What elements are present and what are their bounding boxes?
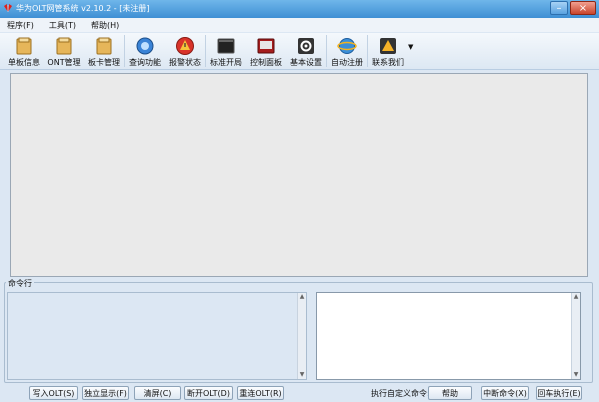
tool-label: 自动注册 bbox=[331, 58, 363, 67]
tool-label: 查询功能 bbox=[129, 58, 161, 67]
alarm-icon bbox=[176, 37, 194, 55]
toolbar-card-manage-button[interactable]: 板卡管理 bbox=[84, 33, 124, 69]
toolbar-alarm-button[interactable]: 报警状态 bbox=[165, 33, 205, 69]
toolbar-query-button[interactable]: 查询功能 bbox=[125, 33, 165, 69]
toolbar-standard-open-button[interactable]: 标准开局 bbox=[206, 33, 246, 69]
tool-label: ONT管理 bbox=[47, 58, 81, 67]
tool-label: 报警状态 bbox=[169, 58, 201, 67]
folder-icon bbox=[16, 37, 32, 55]
tool-label: 单板信息 bbox=[8, 58, 40, 67]
scroll-down-icon[interactable]: ▼ bbox=[572, 371, 580, 379]
enter-execute-button[interactable]: 回车执行(E) bbox=[536, 386, 582, 400]
search-globe-icon bbox=[136, 37, 154, 55]
write-olt-button[interactable]: 写入OLT(S) bbox=[29, 386, 78, 400]
tool-label: 板卡管理 bbox=[88, 58, 120, 67]
toolbar-basic-settings-button[interactable]: 基本设置 bbox=[286, 33, 326, 69]
menu-help[interactable]: 帮助(H) bbox=[84, 18, 127, 32]
custom-command-label: 执行自定义命令: bbox=[371, 389, 430, 398]
main-output-panel bbox=[10, 73, 588, 277]
folder-icon bbox=[96, 37, 112, 55]
menu-tools[interactable]: 工具(T) bbox=[42, 18, 84, 32]
tool-label: 控制面板 bbox=[250, 58, 282, 67]
toolbar-contact-button[interactable]: 联系我们 bbox=[368, 33, 408, 69]
toolbar: 单板信息 ONT管理 板卡管理 查询功能 报警状态 标准开局 控制面板 基本设置… bbox=[0, 33, 599, 70]
scroll-down-icon[interactable]: ▼ bbox=[298, 371, 306, 379]
command-input-area[interactable]: ▲ ▼ bbox=[316, 292, 581, 380]
scroll-up-icon[interactable]: ▲ bbox=[572, 293, 580, 301]
reconnect-olt-button[interactable]: 重连OLT(R) bbox=[237, 386, 284, 400]
tool-label: 联系我们 bbox=[372, 58, 404, 67]
scroll-up-icon[interactable]: ▲ bbox=[298, 293, 306, 301]
title-bar: 华为OLT网管系统 v2.10.2 - [未注册] – × bbox=[0, 0, 599, 19]
toolbar-ont-manage-button[interactable]: ONT管理 bbox=[44, 33, 84, 69]
menu-program[interactable]: 程序(F) bbox=[0, 18, 42, 32]
gear-icon bbox=[298, 38, 314, 54]
interrupt-command-button[interactable]: 中断命令(X) bbox=[481, 386, 529, 400]
close-button[interactable]: × bbox=[570, 1, 596, 15]
terminal-icon bbox=[217, 38, 235, 54]
minimize-button[interactable]: – bbox=[550, 1, 568, 15]
disconnect-olt-button[interactable]: 断开OLT(D) bbox=[184, 386, 233, 400]
command-output-area[interactable]: ▲ ▼ bbox=[7, 292, 307, 380]
command-group-legend: 命令行 bbox=[6, 278, 34, 289]
toolbar-control-panel-button[interactable]: 控制面板 bbox=[246, 33, 286, 69]
ie-globe-icon bbox=[337, 38, 357, 54]
toolbar-auto-register-button[interactable]: 自动注册 bbox=[327, 33, 367, 69]
tool-label: 基本设置 bbox=[290, 58, 322, 67]
standalone-display-button[interactable]: 独立显示(F) bbox=[82, 386, 129, 400]
toolbar-overflow-arrow-icon[interactable]: ▼ bbox=[408, 33, 418, 51]
clear-screen-button[interactable]: 清屏(C) bbox=[134, 386, 181, 400]
tool-label: 标准开局 bbox=[210, 58, 242, 67]
command-output-scrollbar[interactable]: ▲ ▼ bbox=[297, 293, 306, 379]
control-panel-icon bbox=[257, 38, 275, 54]
contact-icon bbox=[380, 38, 396, 54]
menu-bar: 程序(F) 工具(T) 帮助(H) bbox=[0, 18, 599, 32]
folder-icon bbox=[56, 37, 72, 55]
help-button[interactable]: 帮助 bbox=[428, 386, 472, 400]
huawei-logo-icon bbox=[4, 4, 12, 12]
window-title: 华为OLT网管系统 v2.10.2 - [未注册] bbox=[16, 4, 150, 13]
bottom-button-bar: 写入OLT(S) 独立显示(F) 清屏(C) 断开OLT(D) 重连OLT(R)… bbox=[0, 384, 599, 402]
toolbar-board-info-button[interactable]: 单板信息 bbox=[4, 33, 44, 69]
command-input-scrollbar[interactable]: ▲ ▼ bbox=[571, 293, 580, 379]
